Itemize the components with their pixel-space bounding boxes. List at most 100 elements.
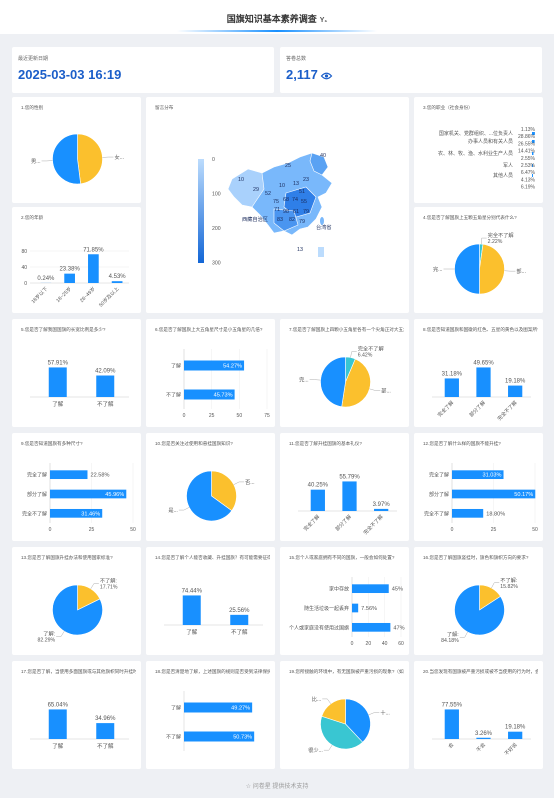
y-tick: 完全了解	[429, 472, 449, 479]
x-tick: 18~25岁	[55, 285, 73, 303]
bar[interactable]	[230, 614, 249, 625]
pie-slice[interactable]	[77, 133, 103, 185]
chart-svg: 不了解:17.71% 了解:82.29%	[38, 577, 118, 644]
bar[interactable]	[352, 622, 391, 632]
bar-value-label: 71.85%	[83, 247, 104, 253]
footer-text: 问卷星 提供技术支持	[252, 784, 309, 790]
pie-leader	[178, 507, 190, 511]
page-title-text: 国旗知识基本素养调查	[226, 14, 317, 24]
x-tick: 40	[382, 641, 388, 647]
map-taiwan[interactable]	[320, 217, 324, 225]
chart-svg: 完全不了解6.42% 部... 完...	[299, 345, 391, 408]
y-tick: 不了解	[166, 392, 181, 399]
x-tick: 60	[398, 641, 404, 647]
bar[interactable]	[182, 595, 201, 625]
map-region-label: 74	[292, 197, 298, 203]
y-tick: 军人	[503, 163, 513, 169]
bar[interactable]	[352, 603, 359, 613]
chart-card: 16.您是否了解国旗竖挂时，旗色和旗帜方向的要求? 不了解: 15.82% 了解: 84…	[414, 547, 543, 655]
eye-icon[interactable]	[320, 72, 333, 80]
chart-svg: 74.44% 了解 25.56% 不了解	[164, 588, 263, 636]
bar-value-label: 31.03%	[483, 473, 502, 479]
pie-label: 完全不了解	[488, 231, 514, 239]
x-tick: 了解	[52, 400, 64, 408]
bar[interactable]	[48, 709, 67, 739]
x-tick: 会	[447, 741, 455, 749]
bar[interactable]	[111, 281, 123, 283]
pie-slice[interactable]	[320, 356, 346, 408]
bar[interactable]	[96, 375, 115, 397]
pie-label: 不了解:	[500, 576, 517, 584]
bar[interactable]	[48, 367, 67, 397]
map-region-label: 13	[297, 247, 303, 253]
bar[interactable]	[444, 709, 459, 739]
pie-label: 是...	[168, 507, 178, 514]
bar[interactable]	[476, 737, 491, 739]
bar[interactable]	[352, 584, 389, 594]
pie-slice[interactable]	[479, 243, 505, 295]
y-tick: 完全不了解	[22, 510, 47, 517]
map-place-name: 台湾省	[316, 223, 332, 231]
x-tick: 0	[351, 641, 354, 647]
x-tick: 50	[237, 413, 243, 419]
pie-leader	[491, 582, 500, 589]
map-region-label: 98	[283, 209, 289, 215]
y-tick: 完全不了解	[424, 510, 449, 517]
bar[interactable]	[64, 273, 75, 283]
pie-value: 84.18%	[441, 638, 459, 644]
bar[interactable]	[342, 481, 357, 511]
bar[interactable]	[310, 489, 325, 511]
bar-value-label: 50.73%	[233, 735, 252, 741]
bar-value-label: 4.13%	[521, 177, 536, 183]
x-tick: 完全了解	[302, 513, 321, 532]
map-region-label: 79	[299, 219, 305, 225]
chart-card: 7.您是否了解国旗上四颗小五角星各有一个尖角正对大五角星的中心点?完全不了解6.…	[280, 319, 409, 427]
map-region-label: 13	[293, 181, 299, 187]
chart-card: 13.您是否了解国旗升挂办法和使用国家标准? 不了解: 17.71% 了解: 82.29…	[12, 547, 141, 655]
bar-value-label: 31.46%	[81, 511, 100, 517]
bar[interactable]	[88, 254, 99, 283]
bar-value-label: 23.38%	[59, 267, 80, 273]
bar-value-label: 49.27%	[231, 706, 250, 712]
filter-icon[interactable]: Y₁	[320, 17, 328, 24]
bar-value-label: 45%	[392, 587, 403, 593]
y-tick: 不了解	[166, 734, 181, 741]
chart-svg: 0 40 80 0.24% 18岁以下 23.38% 18~25岁 71.85% 26~49岁 4…	[21, 247, 129, 308]
chart-svg: 否... 是...	[168, 470, 255, 522]
map-region-label: 71	[274, 207, 280, 213]
pie-leader	[481, 237, 487, 245]
pie-label: 完全不了解	[358, 345, 384, 353]
pie-leader	[233, 481, 245, 485]
map-region-label: 23	[303, 177, 309, 183]
chart-svg: 0 25 50 完全了解 31.03% 部分了解 50.17% 完全不了解 18.80%	[424, 463, 538, 533]
chart-card: 17.您是否了解，当使用多面国旗或与其他旗帜同时升挂时的排列规则?65.04%了…	[12, 661, 141, 769]
pie-label: 了解:	[447, 630, 459, 638]
bar[interactable]	[50, 470, 88, 480]
bar[interactable]	[452, 508, 484, 518]
pie-label: 完...	[299, 376, 309, 384]
chart-card: 19.您所接触的环境中，有无国旗被严重污损的现象?（如） 十... 很少... 比..…	[280, 661, 409, 769]
y-tick: 部分了解	[27, 491, 47, 498]
bar-value-label: 19.18%	[505, 379, 526, 385]
chart-svg: 0 25 50 完全了解 22.58% 部分了解 45.96% 完全不了解 31.46%	[22, 463, 136, 533]
bar-value-label: 49.65%	[473, 360, 494, 366]
bar[interactable]	[444, 378, 459, 397]
chart-card: 12.您是否了解什么样的国旗不能升挂? 0 25 50 完全了解 31.03% 部分了解 50…	[414, 433, 543, 541]
chart-svg: 0 100 200 300 40 25 10 29 52 10 13 23 51 75 68 74 55 71 98…	[198, 152, 333, 267]
x-tick: 0	[49, 527, 52, 533]
map-region-label: 52	[265, 191, 271, 197]
bar-value-label: 2.53%	[521, 163, 536, 169]
bar[interactable]	[96, 723, 115, 739]
pie-slice[interactable]	[52, 133, 81, 185]
bar[interactable]	[476, 367, 491, 397]
bar-value-label: 57.91%	[48, 360, 69, 366]
last-update-card: 最近更新日期 2025-03-03 16:19	[12, 47, 274, 93]
bar-value-label: 54.27%	[223, 364, 242, 370]
map-region-label: 61	[293, 209, 299, 215]
bar-value-label: 26.55%	[518, 141, 536, 147]
bar[interactable]	[508, 385, 523, 397]
bar[interactable]	[508, 731, 523, 739]
pie-slice[interactable]	[454, 243, 480, 295]
bar[interactable]	[374, 508, 389, 511]
bar-value-label: 42.09%	[95, 369, 116, 375]
